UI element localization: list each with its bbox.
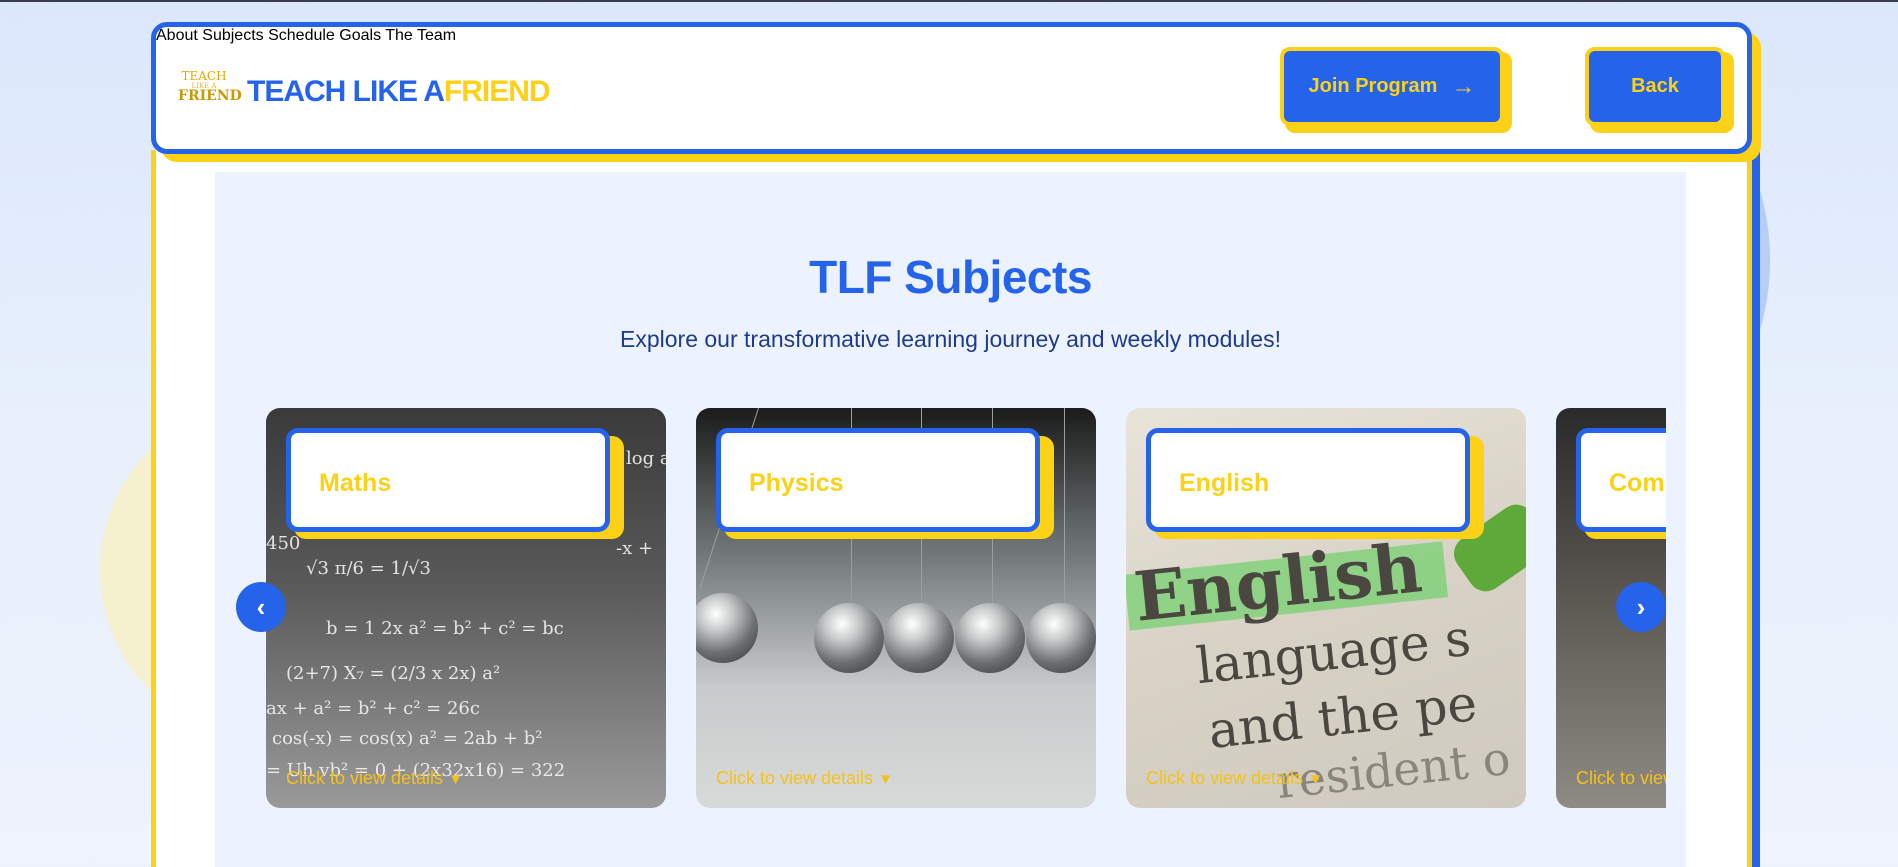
caret-down-icon: ▼ [1308,771,1323,788]
brand-primary: TEACH LIKE A [247,75,445,108]
brand-name[interactable]: TEACH LIKE AFRIEND [247,75,551,109]
math-scribble: -x + [616,538,654,559]
cradle-ball [1026,603,1096,673]
card-label-english: English [1146,428,1470,532]
chevron-right-icon: › [1636,591,1646,622]
site-header: TEACH LIKE A FRIEND TEACH LIKE AFRIEND A… [151,22,1752,154]
back-button[interactable]: Back [1585,47,1725,126]
caret-down-icon: ▼ [448,771,463,788]
cradle-ball [884,603,954,673]
nav-schedule[interactable]: Schedule [268,27,335,44]
card-title-physics: Physics [749,469,844,497]
card-cta-english[interactable]: Click to view details ▼ [1146,768,1323,789]
nav-goals[interactable]: Goals [339,27,381,44]
cta-label: Click to view details [1576,768,1666,788]
subjects-carousel: √3 π/6 = 1/√3 b = 1 2x a² = b² + c² = bc… [266,408,1666,808]
cradle-ball [955,603,1025,673]
math-scribble: cos(-x) = cos(x) a² = 2ab + b² [272,728,543,749]
card-cta-computer[interactable]: Click to view details ▼ [1576,768,1666,789]
cta-label: Click to view details [716,768,874,788]
cta-label: Click to view details [1146,768,1304,788]
arrow-right-icon: → [1451,72,1476,100]
nav-the-team[interactable]: The Team [385,27,456,44]
cradle-ball [814,603,884,673]
math-scribble: 450 [266,533,301,554]
logo-line-3: FRIEND [178,88,242,104]
cta-label: Click to view details [286,768,444,788]
carousel-next-button[interactable]: › [1616,582,1666,632]
card-cta-physics[interactable]: Click to view details ▼ [716,768,893,789]
nav-about[interactable]: About [156,27,198,44]
subject-card-physics[interactable]: Physics Click to view details ▼ [696,408,1096,808]
frame-shadow [1752,150,1760,867]
logo-icon[interactable]: TEACH LIKE A FRIEND [178,69,242,111]
card-label-physics: Physics [716,428,1040,532]
math-scribble: √3 π/6 = 1/√3 [306,558,431,579]
card-title-computer: Com [1609,469,1665,497]
cradle-string [1064,408,1065,608]
logo-line-1: TEACH [181,69,227,83]
nav-subjects[interactable]: Subjects [202,27,263,44]
card-title-maths: Maths [319,469,392,497]
subject-card-english[interactable]: English language s and the pe resident o… [1126,408,1526,808]
window-top-border [0,0,1898,2]
math-scribble: (2+7) X₇ = (2/3 x 2x) a² [286,663,501,684]
math-scribble: ax + a² = b² + c² = 26c [266,698,480,719]
section-title: TLF Subjects [809,251,1092,303]
chevron-left-icon: ‹ [256,591,266,622]
brand-accent: FRIEND [443,75,551,108]
math-scribble: b = 1 2x a² = b² + c² = bc [326,618,564,639]
join-program-label: Join Program [1308,75,1438,97]
card-label-computer: Com [1576,428,1666,532]
subject-card-maths[interactable]: √3 π/6 = 1/√3 b = 1 2x a² = b² + c² = bc… [266,408,666,808]
math-scribble: log a [626,448,666,469]
join-program-button[interactable]: Join Program → [1280,47,1504,126]
card-title-english: English [1179,469,1270,497]
card-cta-maths[interactable]: Click to view details ▼ [286,768,463,789]
section-subtitle: Explore our transformative learning jour… [620,326,1281,352]
cradle-ball [696,593,758,663]
card-label-maths: Maths [286,428,610,532]
main-nav: About Subjects Schedule Goals The Team [156,27,1747,45]
caret-down-icon: ▼ [878,771,893,788]
back-label: Back [1631,75,1679,97]
carousel-prev-button[interactable]: ‹ [236,582,286,632]
